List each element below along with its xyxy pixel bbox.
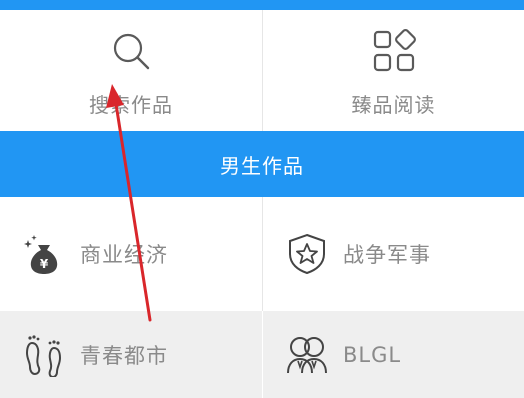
premium-reading-tile[interactable]: 臻品阅读 — [262, 10, 524, 131]
apps-grid-icon — [373, 29, 416, 72]
quick-actions: 搜索作品 臻品阅读 — [0, 10, 524, 131]
category-war-military[interactable]: 战争军事 — [262, 197, 524, 311]
footprints-icon — [25, 334, 62, 377]
category-label: 青春都市 — [80, 343, 168, 368]
section-header: 男生作品 — [0, 131, 524, 197]
category-row: 青春都市 BLGL — [0, 311, 524, 398]
search-works-tile[interactable]: 搜索作品 — [0, 10, 262, 131]
category-youth-urban[interactable]: 青春都市 — [0, 311, 262, 398]
app-screen: 搜索作品 臻品阅读 男生作品 ¥ 商业经济 战争军事 青春都市 BLGL — [0, 0, 524, 398]
svg-text:¥: ¥ — [40, 257, 49, 271]
search-works-label: 搜索作品 — [89, 93, 173, 117]
couple-icon — [287, 336, 327, 373]
top-accent-bar — [0, 0, 524, 10]
section-title: 男生作品 — [220, 153, 304, 178]
category-label: 商业经济 — [80, 243, 168, 267]
money-bag-icon: ¥ — [24, 235, 58, 274]
category-blgl[interactable]: BLGL — [262, 311, 524, 398]
category-business-economy[interactable]: ¥ 商业经济 — [0, 197, 262, 311]
search-icon — [113, 33, 150, 70]
category-label: BLGL — [343, 342, 402, 367]
category-label: 战争军事 — [343, 243, 431, 267]
shield-star-icon — [289, 233, 325, 275]
category-row: ¥ 商业经济 战争军事 — [0, 197, 524, 311]
premium-reading-label: 臻品阅读 — [351, 93, 436, 117]
